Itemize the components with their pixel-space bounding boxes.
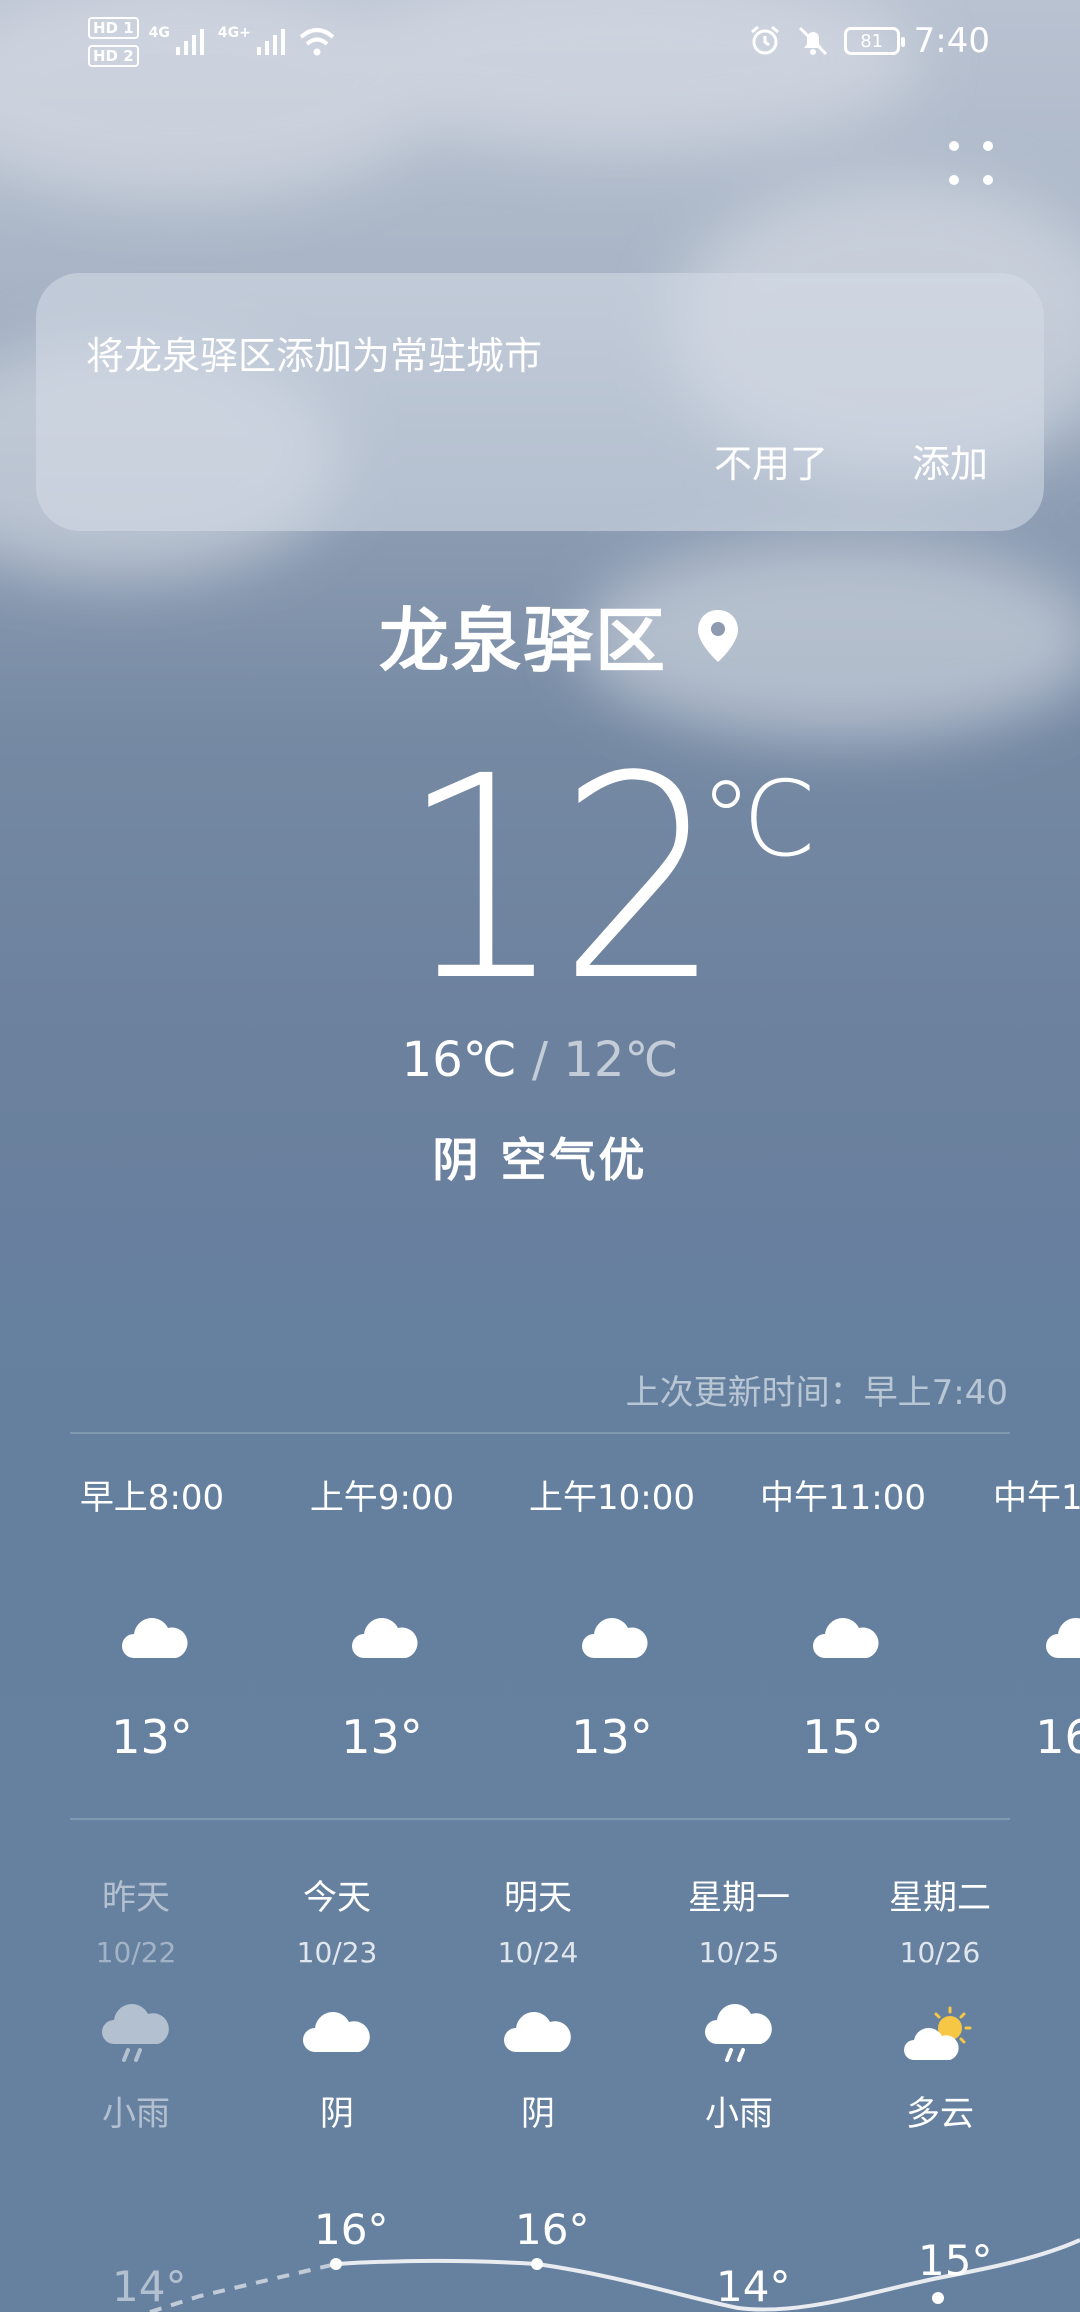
day-date: 10/25 xyxy=(698,1936,780,1969)
status-left: HD 1 HD 2 4G 4G+ xyxy=(88,12,335,72)
status-bar: HD 1 HD 2 4G 4G+ 81 7:40 xyxy=(0,0,1080,80)
mute-bell-icon xyxy=(798,26,827,56)
low-temperature: 12℃ xyxy=(563,1032,679,1088)
hour-temperature: 15° xyxy=(802,1710,884,1764)
cloud-icon xyxy=(122,1618,188,1658)
light-rain-icon xyxy=(705,2004,772,2062)
hourly-forecast[interactable]: 早上8:00 13° 上午9:00 13° 上午10:00 13° 中午11:0… xyxy=(0,1470,1080,1770)
wifi-icon xyxy=(299,28,335,56)
network-type-1: 4G xyxy=(148,25,170,41)
temperature-value: 12 xyxy=(400,717,722,1043)
day-date: 10/26 xyxy=(899,1936,981,1969)
status-right: 81 7:40 xyxy=(748,16,990,66)
cloud-icon xyxy=(504,2012,571,2052)
divider xyxy=(70,1432,1010,1434)
sim-indicators: HD 1 HD 2 xyxy=(88,17,139,67)
temperature-unit: ℃ xyxy=(700,758,817,880)
divider xyxy=(70,1818,1010,1820)
battery-indicator: 81 xyxy=(843,27,905,55)
hour-time: 上午9:00 xyxy=(309,1478,455,1518)
day-condition: 小雨 xyxy=(705,2094,773,2134)
battery-level: 81 xyxy=(860,30,884,52)
location-pin-icon xyxy=(698,609,738,662)
location-header: 龙泉驿区 xyxy=(0,585,1080,686)
trend-point xyxy=(932,2292,944,2304)
cloud-icon xyxy=(582,1618,648,1658)
location-name: 龙泉驿区 xyxy=(379,600,667,682)
trend-label: 16° xyxy=(515,2205,590,2254)
current-temperature: 12 ℃ xyxy=(400,717,817,1043)
trend-point xyxy=(531,2258,543,2270)
light-rain-icon xyxy=(102,2004,169,2062)
partly-cloudy-icon xyxy=(904,2006,972,2060)
cloud-icon xyxy=(1046,1618,1080,1658)
signal-icon xyxy=(175,29,204,55)
signal-icon xyxy=(256,29,285,55)
day-condition: 阴 xyxy=(521,2094,555,2134)
hour-temperature: 16° xyxy=(1035,1710,1080,1764)
day-name: 今天 xyxy=(303,1878,371,1918)
trend-label: 14° xyxy=(716,2262,791,2311)
trend-label: 15° xyxy=(918,2236,993,2285)
last-updated: 上次更新时间：早上7:40 xyxy=(625,1373,1008,1413)
cloud-icon xyxy=(352,1618,418,1658)
day-name: 明天 xyxy=(504,1878,572,1918)
alarm-icon xyxy=(750,25,779,55)
hour-time: 早上8:00 xyxy=(79,1478,225,1518)
add-city-banner: 将龙泉驿区添加为常驻城市 不用了 添加 xyxy=(36,273,1044,531)
high-low-temperature: 16℃ / 12℃ xyxy=(0,1032,1080,1088)
hour-temperature: 13° xyxy=(341,1710,423,1764)
daily-forecast[interactable]: 昨天 10/22 小雨 今天 10/23 阴 明天 10/24 阴 星期一 10… xyxy=(36,1870,1080,2170)
hour-temperature: 13° xyxy=(111,1710,193,1764)
trend-point xyxy=(330,2258,342,2270)
hour-time: 上午10:00 xyxy=(529,1478,695,1518)
day-name: 星期一 xyxy=(688,1878,790,1918)
cloud-icon xyxy=(813,1618,879,1658)
network-type-2: 4G+ xyxy=(217,25,251,41)
cloud-icon xyxy=(303,2012,370,2052)
weather-condition: 阴 空气优 xyxy=(432,1133,648,1187)
banner-message: 将龙泉驿区添加为常驻城市 xyxy=(86,334,543,378)
day-condition: 多云 xyxy=(906,2094,974,2134)
trend-label: 14° xyxy=(112,2262,187,2311)
add-city-button[interactable]: 添加 xyxy=(912,433,988,488)
status-clock: 7:40 xyxy=(913,21,990,61)
hour-temperature: 13° xyxy=(571,1710,653,1764)
dismiss-button[interactable]: 不用了 xyxy=(714,433,828,488)
hour-time: 中午11:00 xyxy=(760,1478,926,1518)
day-date: 10/24 xyxy=(497,1936,579,1969)
high-low-separator: / xyxy=(516,1032,564,1088)
day-condition: 小雨 xyxy=(102,2094,170,2134)
day-date: 10/22 xyxy=(95,1936,177,1969)
more-options-icon[interactable] xyxy=(946,138,996,188)
day-date: 10/23 xyxy=(296,1936,378,1969)
day-name: 星期二 xyxy=(889,1878,991,1918)
sim1-badge: HD 1 xyxy=(88,17,139,39)
day-condition: 阴 xyxy=(320,2094,354,2134)
high-temperature: 16℃ xyxy=(401,1032,517,1088)
day-name: 昨天 xyxy=(102,1878,170,1918)
sim2-badge: HD 2 xyxy=(88,45,139,67)
trend-label: 16° xyxy=(314,2205,389,2254)
hour-time: 中午12:00 xyxy=(993,1478,1080,1518)
